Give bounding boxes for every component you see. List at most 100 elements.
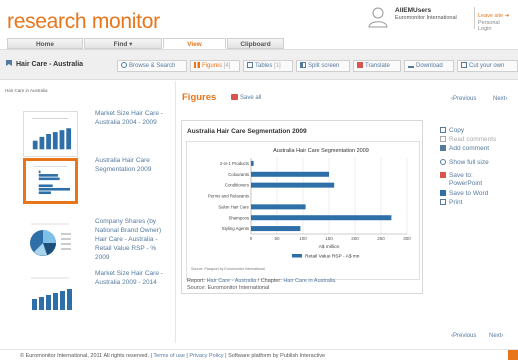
personal-login-link[interactable]: Personal Login [478,20,514,32]
tab-home[interactable]: Home [7,38,83,49]
breadcrumb: Hair Care - Australia [5,59,83,68]
figures-button[interactable]: Figures [4] [190,60,240,72]
terms-link[interactable]: Terms of use [153,353,184,359]
bar [251,204,306,210]
footer-text: © Euromonitor International, 2011 All ri… [20,353,326,359]
save-powerpoint-button[interactable]: PowerPoint [449,180,482,187]
bar [251,182,335,188]
figure-thumbnail [23,158,78,204]
download-button[interactable]: Download [404,60,454,72]
figure-image: Australia Hair Care Segmentation 2009 0 50… [186,141,420,280]
magnifier-icon [440,159,446,165]
category-label: Salon Hair Care [218,204,249,209]
show-full-size-button[interactable]: Show full size [440,159,489,166]
privacy-link[interactable]: Privacy Policy [189,353,223,359]
comment-icon [440,136,446,142]
view-toolbar: Hair Care - Australia Browse & Search Fi… [0,49,518,80]
figure-title: Australia Hair Care Segmentation 2009 [187,128,307,135]
cut-your-own-button[interactable]: Cut your own [457,60,518,72]
tab-clipboard[interactable]: Clipboard [227,38,284,49]
category-label: Perms and Relaxants [208,194,249,199]
read-comments-button[interactable]: Read comments [440,136,496,143]
chart-title: Australia Hair Care Segmentation 2009 [273,148,369,154]
feedback-badge[interactable] [508,350,518,360]
translate-button[interactable]: Translate [353,60,401,72]
add-comment-button[interactable]: Add comment [440,145,489,152]
category-label: Styling Agents [222,226,249,231]
save-word-button[interactable]: Save to Word [440,190,488,197]
tab-view[interactable]: View [163,38,226,49]
split-screen-button[interactable]: Split screen [296,60,350,72]
previous-link-bottom[interactable]: ‹Previous [451,333,476,339]
leave-arrow-icon: ➜ [504,13,510,19]
figure-list-label: Market Size Hair Care - Australia 2009 -… [95,270,163,286]
x-tick-label: 300 [403,236,411,241]
figure-list-item[interactable]: Company Shares (by National Brand Owner)… [23,217,173,275]
chart-source: Source: Passport by Euromonitor Internat… [191,267,265,271]
bar-chart: Australia Hair Care Segmentation 2009 0 50… [191,148,411,271]
next-link[interactable]: Next› [493,96,507,102]
legend-label: Retail Value RSP - A$ mn [305,254,360,260]
copyright-text: © Euromonitor International, 2011 All ri… [20,353,149,359]
page-footer: © Euromonitor International, 2011 All ri… [0,349,518,361]
bar [251,215,392,221]
tables-button[interactable]: Tables [1] [243,60,293,72]
powerpoint-icon [440,172,446,178]
category-label: Conditioners [225,183,249,188]
figure-thumbnail [23,219,78,265]
figure-list-item-selected[interactable]: Australia Hair Care Segmentation 2009 [23,156,173,214]
legend-swatch [292,254,302,258]
save-to-label: Save to: [440,172,473,179]
save-all-button[interactable]: Save all [231,94,261,101]
software-credit: Software platform by Publish Interactive [228,353,326,359]
x-tick-label: 250 [377,236,385,241]
bookmark-icon [6,60,12,66]
split-screen-icon [300,62,306,68]
figure-sidebar: Hair Care in Australia Market Size Hair … [0,81,176,343]
bar [251,160,254,166]
scissors-icon [461,62,467,68]
main-nav: Home Find ▾ View Clipboard [7,38,514,49]
user-name: AllEMUsers [395,7,432,14]
leave-site-link[interactable]: Leave site ➜ [478,13,509,19]
figure-list-label: Company Shares (by National Brand Owner)… [95,218,162,261]
x-tick-label: 0 [250,236,253,241]
x-axis-label: A$ million [319,244,340,250]
category-label: 2-in-1 Products [220,161,249,166]
tab-find[interactable]: Find ▾ [84,38,162,49]
app-logo[interactable]: research monitor [7,10,160,34]
divider [474,7,475,29]
figure-thumbnail [23,271,78,317]
x-tick-label: 100 [299,236,307,241]
figure-list-label: Market Size Hair Care - Australia 2004 -… [95,110,163,126]
user-avatar-icon [368,7,388,28]
category-label: Shampoos [228,215,249,220]
x-tick-label: 150 [325,236,333,241]
bar [251,226,301,232]
user-org: Euromonitor International [395,15,457,21]
browse-search-button[interactable]: Browse & Search [117,60,187,72]
user-panel: AllEMUsers Euromonitor International Lea… [368,5,514,35]
figure-list-item[interactable]: Market Size Hair Care - Australia 2009 -… [23,269,173,327]
bar [251,171,329,177]
report-link[interactable]: Hair Care - Australia [207,278,257,284]
figure-card: Australia Hair Care Segmentation 2009 Au… [181,120,423,294]
download-icon [408,62,414,68]
figure-panel: Figures Save all ‹Previous Next› Austral… [177,81,518,343]
print-button[interactable]: Print [440,199,462,206]
chapter-link[interactable]: Hair Care in Australia [283,278,335,284]
figure-source: Report: Hair Care - Australia / Chapter:… [187,278,336,291]
category-label: Colourants [228,172,249,177]
sidebar-title: Hair Care in Australia [5,88,48,93]
next-link-bottom[interactable]: Next› [489,333,503,339]
copy-icon [440,127,446,133]
copy-button[interactable]: Copy [440,127,464,134]
word-icon [440,190,446,196]
save-icon [231,94,238,100]
figure-list-label: Australia Hair Care Segmentation 2009 [95,157,152,173]
breadcrumb-title: Hair Care - Australia [16,61,84,68]
add-comment-icon [440,145,446,151]
previous-link[interactable]: ‹Previous [451,96,476,102]
table-icon [247,62,253,68]
print-icon [440,199,446,205]
